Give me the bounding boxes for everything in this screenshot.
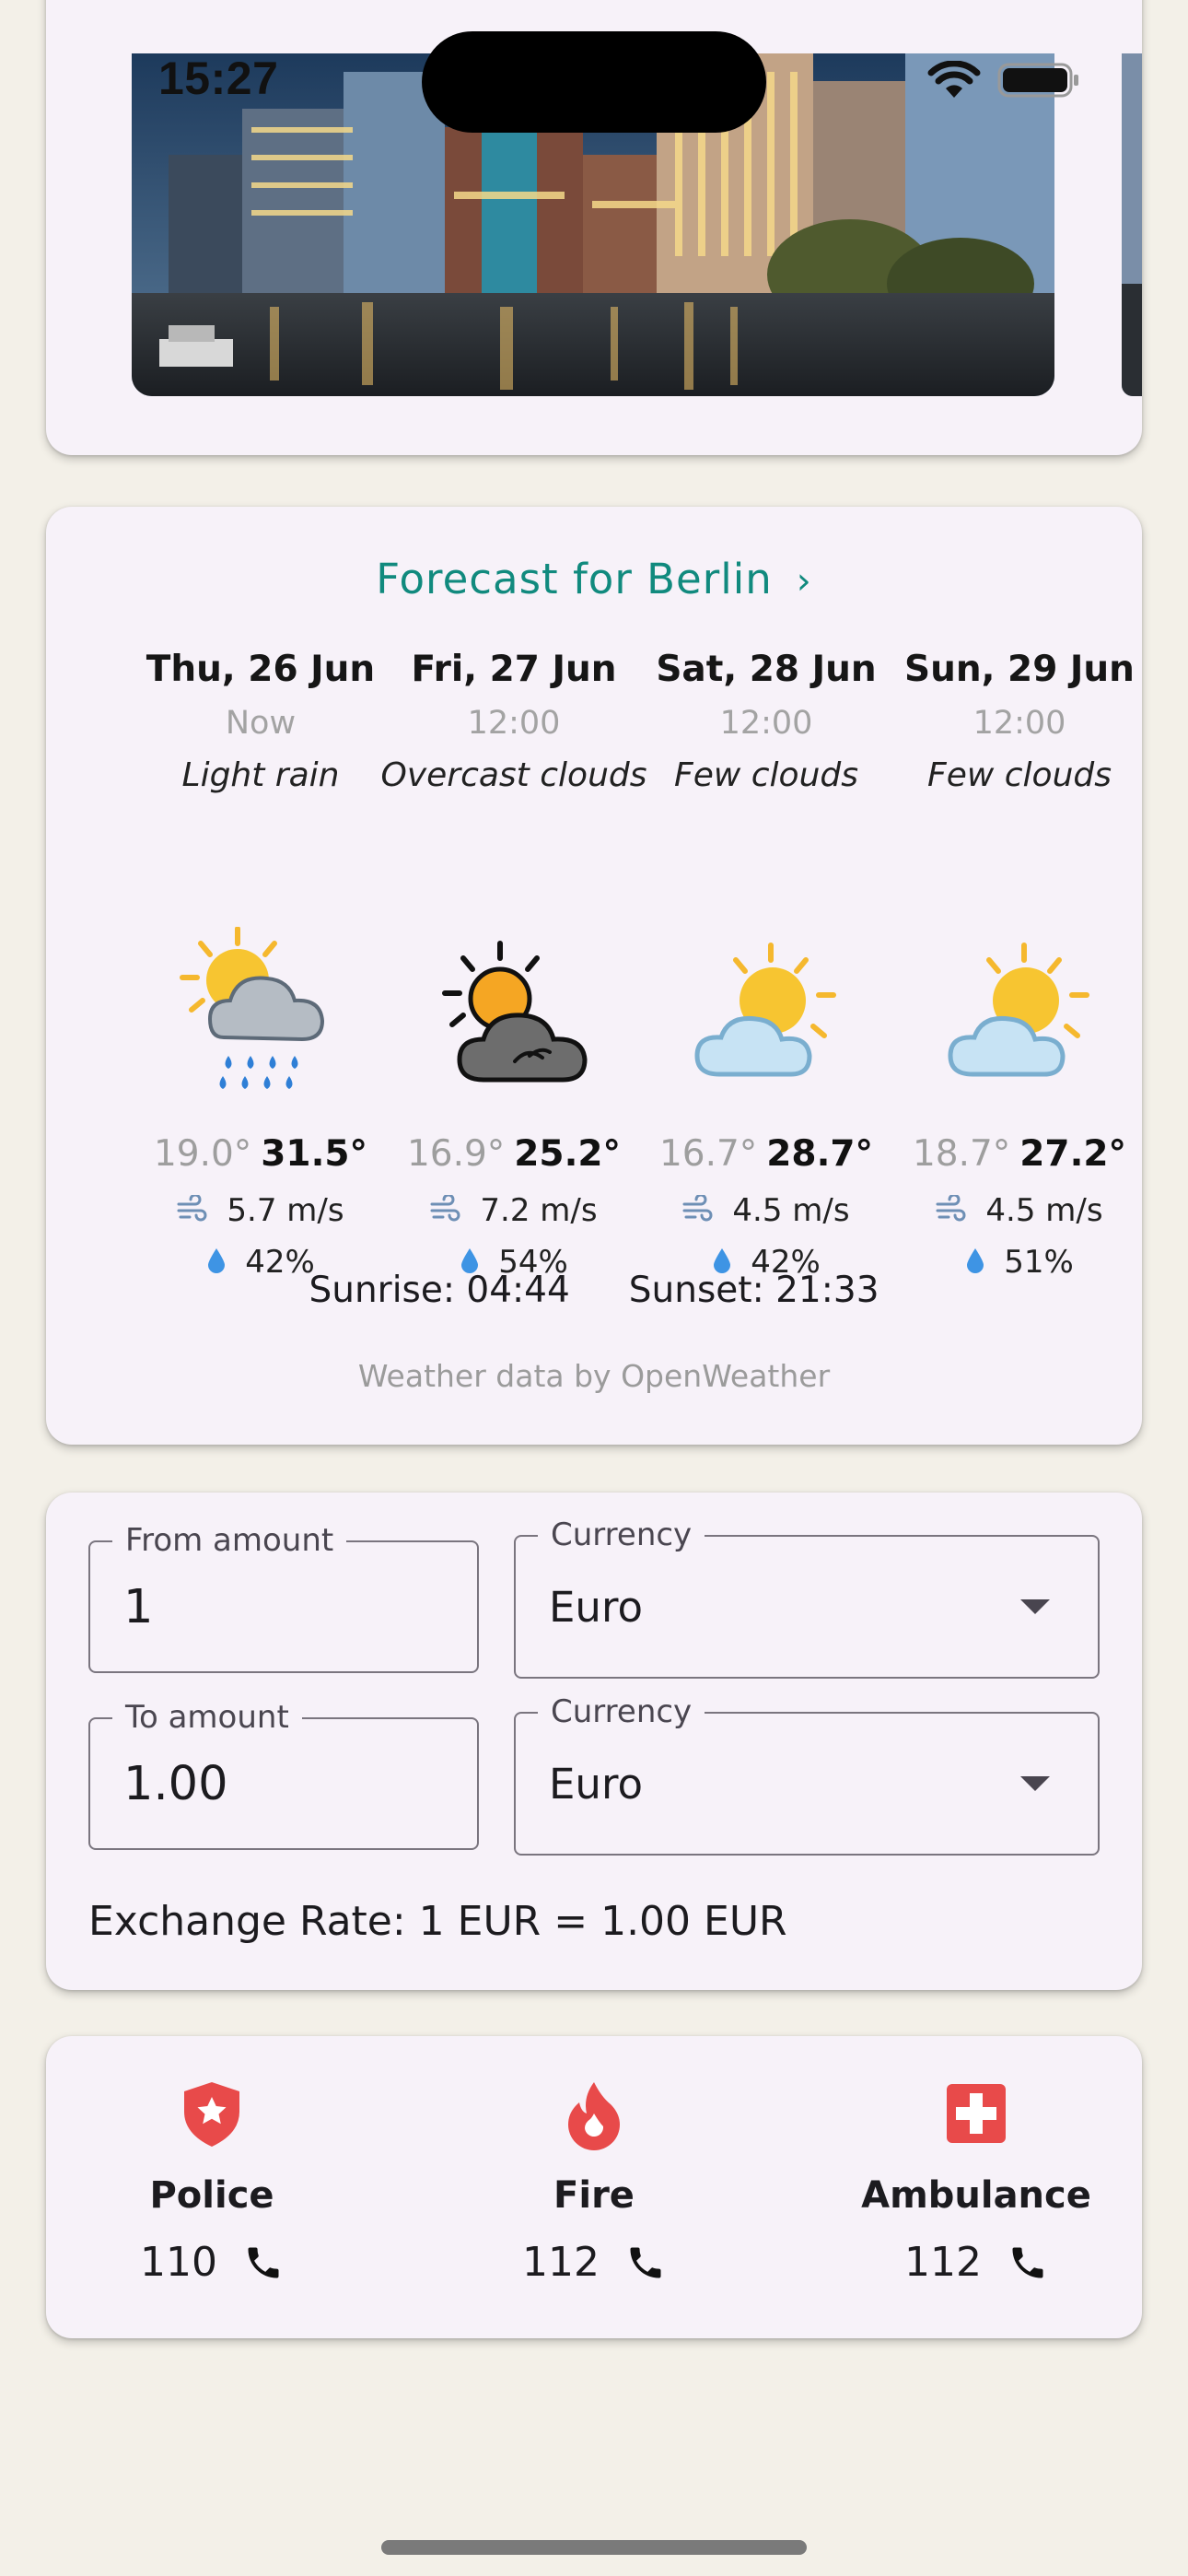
to-currency-select[interactable]: Currency Euro: [514, 1692, 1100, 1856]
day-temperatures: 19.0° 31.5°: [127, 1133, 394, 1175]
emergency-number-row: 110: [55, 2239, 368, 2286]
temp-min: 16.9°: [406, 1133, 506, 1175]
wind-speed: 4.5 m/s: [732, 1192, 850, 1229]
dropdown-arrow-icon: [1020, 1599, 1050, 1614]
from-amount-field[interactable]: From amount 1: [88, 1520, 479, 1673]
day-name: Fri, 27 Jun: [411, 649, 617, 690]
wind-speed: 5.7 m/s: [227, 1192, 344, 1229]
temp-max: 28.7°: [766, 1133, 874, 1175]
from-currency-select[interactable]: Currency Euro: [514, 1515, 1100, 1679]
sun-times: Sunrise: 04:44 Sunset: 21:33: [46, 1270, 1142, 1311]
chevron-right-icon: ›: [796, 560, 812, 603]
sun-cloud-rain-icon: [173, 926, 348, 1102]
police-shield-icon: [175, 2077, 249, 2150]
emergency-label: Police: [149, 2174, 274, 2217]
sunrise-text: Sunrise: 04:44: [309, 1270, 570, 1311]
day-name: Thu, 26 Jun: [146, 649, 376, 690]
sunset-text: Sunset: 21:33: [628, 1270, 879, 1311]
fire-icon: [557, 2077, 631, 2150]
day-temperatures: 18.7° 27.2°: [886, 1133, 1153, 1175]
emergency-number: 110: [140, 2239, 217, 2286]
next-photo-preview[interactable]: [1122, 53, 1142, 396]
wind-icon: [430, 1193, 461, 1231]
emergency-label: Fire: [553, 2174, 635, 2217]
to-currency-value: Euro: [549, 1759, 643, 1809]
wind-speed: 7.2 m/s: [480, 1192, 598, 1229]
exchange-rate-text: Exchange Rate: 1 EUR = 1.00 EUR: [88, 1898, 787, 1945]
dynamic-island: [422, 31, 766, 133]
forecast-title-link[interactable]: Forecast for Berlin ›: [46, 555, 1142, 603]
sun-behind-dark-cloud-icon: [426, 927, 601, 1102]
wind-icon: [936, 1193, 967, 1231]
day-time: 12:00: [719, 705, 813, 742]
emergency-police[interactable]: Police 110: [55, 2077, 368, 2286]
wind-icon: [177, 1193, 208, 1231]
weather-attribution: Weather data by OpenWeather: [357, 1358, 831, 1394]
emergency-number: 112: [522, 2239, 600, 2286]
day-name: Sun, 29 Jun: [904, 649, 1135, 690]
forecast-title: Forecast for Berlin: [376, 555, 773, 603]
home-indicator[interactable]: [381, 2540, 807, 2555]
day-name: Sat, 28 Jun: [656, 649, 877, 690]
temp-max: 25.2°: [514, 1133, 622, 1175]
day-time: Now: [225, 705, 297, 742]
forecast-card: Forecast for Berlin › Thu, 26 Jun Now Lig…: [46, 507, 1142, 1445]
status-icons: [927, 57, 1080, 103]
wifi-icon: [927, 61, 981, 98]
day-temperatures: 16.7° 28.7°: [633, 1133, 900, 1175]
temp-max: 31.5°: [261, 1133, 368, 1175]
forecast-day: Sun, 29 Jun 12:00 Few clouds 18.7° 27.2° …: [886, 645, 1153, 1281]
wind-icon: [682, 1193, 714, 1231]
from-currency-value: Euro: [549, 1582, 643, 1632]
emergency-fire[interactable]: Fire 112: [437, 2077, 751, 2286]
day-wind: 4.5 m/s: [633, 1192, 900, 1231]
phone-icon: [630, 2247, 661, 2277]
dropdown-arrow-icon: [1020, 1776, 1050, 1791]
ambulance-cross-icon: [939, 2077, 1013, 2150]
temp-min: 19.0°: [153, 1133, 252, 1175]
day-time: 12:00: [467, 705, 561, 742]
from-amount-value: 1: [123, 1579, 154, 1634]
emergency-number: 112: [904, 2239, 982, 2286]
phone-icon: [248, 2247, 279, 2277]
forecast-day: Sat, 28 Jun 12:00 Few clouds 16.7° 28.7° …: [633, 645, 900, 1281]
temp-min: 18.7°: [912, 1133, 1011, 1175]
day-time: 12:00: [973, 705, 1066, 742]
day-wind: 7.2 m/s: [380, 1192, 647, 1231]
phone-icon: [1012, 2247, 1043, 2277]
to-amount-value: 1.00: [123, 1756, 228, 1811]
day-temperatures: 16.9° 25.2°: [380, 1133, 647, 1175]
battery-icon: [997, 63, 1078, 98]
emergency-ambulance[interactable]: Ambulance 112: [820, 2077, 1133, 2286]
wind-speed: 4.5 m/s: [985, 1192, 1103, 1229]
temp-min: 16.7°: [658, 1133, 758, 1175]
emergency-numbers-card: Police 110 Fire 112 Ambulance 112: [46, 2036, 1142, 2338]
forecast-day: Fri, 27 Jun 12:00 Overcast clouds 16.9° 2…: [380, 645, 647, 1281]
day-description: Overcast clouds: [380, 756, 647, 794]
sun-behind-cloud-icon: [679, 927, 854, 1102]
temp-max: 27.2°: [1019, 1133, 1127, 1175]
day-description: Few clouds: [674, 756, 858, 794]
emergency-number-row: 112: [820, 2239, 1133, 2286]
emergency-label: Ambulance: [861, 2174, 1091, 2217]
status-time: 15:27: [158, 53, 279, 104]
day-wind: 5.7 m/s: [127, 1192, 394, 1231]
to-amount-field[interactable]: To amount 1.00: [88, 1697, 479, 1850]
day-description: Few clouds: [927, 756, 1112, 794]
emergency-number-row: 112: [437, 2239, 751, 2286]
sun-behind-cloud-icon: [932, 927, 1107, 1102]
day-wind: 4.5 m/s: [886, 1192, 1153, 1231]
day-description: Light rain: [181, 756, 340, 794]
currency-converter-card: From amount 1 Currency Euro To amount 1.…: [46, 1493, 1142, 1990]
forecast-day: Thu, 26 Jun Now Light rain 19.0° 31.5° 5…: [127, 645, 394, 1281]
